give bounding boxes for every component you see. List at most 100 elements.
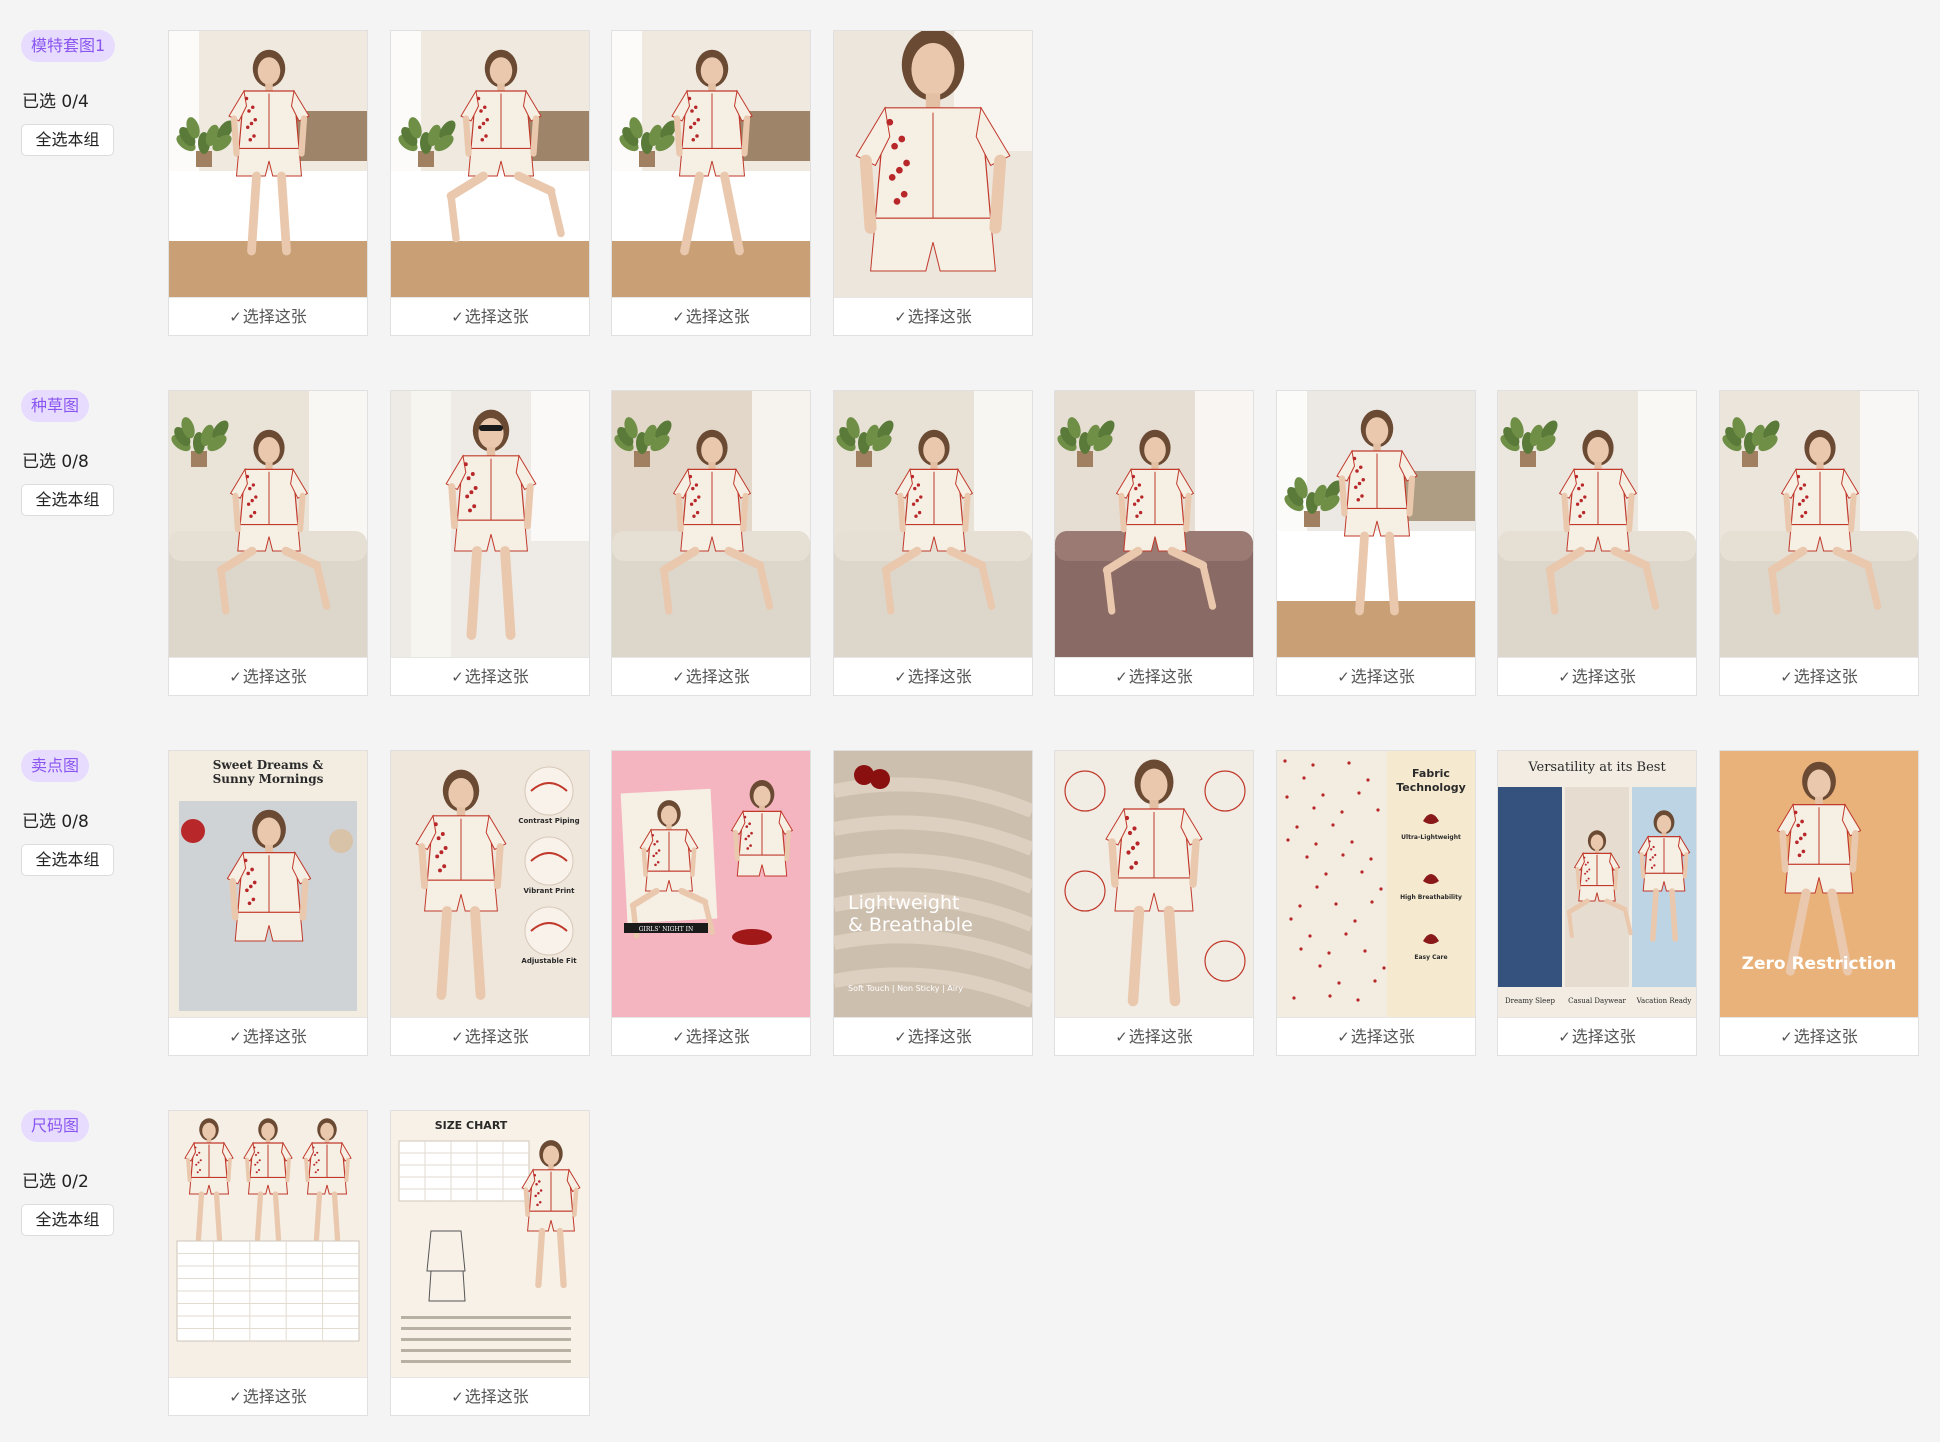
product-image[interactable]: Versatility at its Best Dreamy Sleep Casua… [1498,751,1696,1017]
cherry-dot [1312,806,1316,810]
select-this-image-button[interactable]: ✓选择这张 [391,297,589,335]
select-this-image-button[interactable]: ✓选择这张 [612,657,810,695]
product-image-graphic [1055,751,1253,1017]
select-this-image-button[interactable]: ✓选择这张 [391,1377,589,1415]
product-image[interactable]: Sweet Dreams & Sunny Mornings [169,751,367,1017]
product-image-graphic [391,31,589,297]
product-image[interactable] [1498,391,1696,657]
image-card[interactable]: ✓选择这张 [168,30,368,336]
product-image[interactable] [612,31,810,297]
window-light [974,391,1032,541]
select-this-image-button[interactable]: ✓选择这张 [1055,657,1253,695]
eye-mask [732,929,772,945]
select-this-image-button[interactable]: ✓选择这张 [1277,1017,1475,1055]
image-card[interactable]: ✓选择这张 [833,390,1033,696]
image-card[interactable]: SIZE CHART ✓选择这张 [390,1110,590,1416]
product-image-graphic [169,1111,367,1377]
product-image[interactable] [612,391,810,657]
image-card[interactable]: ✓选择这张 [1276,390,1476,696]
product-image[interactable] [1055,751,1253,1017]
cherry-dot [1328,994,1332,998]
product-image[interactable]: GIRLS' NIGHT IN [612,751,810,1017]
select-this-image-button[interactable]: ✓选择这张 [834,1017,1032,1055]
image-card[interactable]: Zero Restriction ✓选择这张 [1719,750,1919,1056]
image-overlay-text: Vacation Ready [1636,997,1692,1005]
image-overlay-text: Casual Daywear [1568,997,1626,1005]
product-image[interactable]: Contrast Piping Vibrant Print Adjustable F… [391,751,589,1017]
cherry-dot [1285,795,1289,799]
select-this-label: 选择这张 [464,307,529,326]
product-image-graphic [169,31,367,297]
select-this-label: 选择这张 [1350,1027,1415,1046]
cherry-dot [1327,951,1331,955]
image-card[interactable]: ✓选择这张 [1497,390,1697,696]
select-this-image-button[interactable]: ✓选择这张 [834,297,1032,335]
select-this-image-button[interactable]: ✓选择这张 [391,1017,589,1055]
cherry-dot [1298,904,1302,908]
product-image[interactable] [1055,391,1253,657]
image-card[interactable]: Contrast Piping Vibrant Print Adjustable F… [390,750,590,1056]
image-card[interactable]: ✓选择这张 [168,1110,368,1416]
sofa [612,551,810,657]
image-card[interactable]: ✓选择这张 [168,390,368,696]
checkmark-icon: ✓ [894,308,907,326]
select-this-image-button[interactable]: ✓选择这张 [1498,657,1696,695]
select-all-in-group-button[interactable]: 全选本组 [21,484,114,516]
selected-count: 已选 0/8 [22,452,89,472]
select-this-image-button[interactable]: ✓选择这张 [1498,1017,1696,1055]
checkmark-icon: ✓ [894,1028,907,1046]
select-this-label: 选择这张 [1571,1027,1636,1046]
product-image[interactable] [169,1111,367,1377]
image-card[interactable]: Versatility at its Best Dreamy Sleep Casua… [1497,750,1697,1056]
image-card[interactable]: ✓选择这张 [833,30,1033,336]
product-image[interactable]: Lightweight & Breathable Soft Touch | Non … [834,751,1032,1017]
select-this-image-button[interactable]: ✓选择这张 [1720,1017,1918,1055]
image-card[interactable]: ✓选择这张 [390,30,590,336]
product-image[interactable] [834,391,1032,657]
checkmark-icon: ✓ [451,1388,464,1406]
image-card[interactable]: ✓选择这张 [1054,750,1254,1056]
product-image[interactable]: Fabric Technology Ultra-Lightweight High Br… [1277,751,1475,1017]
cherry-dot [1379,887,1383,891]
select-this-image-button[interactable]: ✓选择这张 [1720,657,1918,695]
product-image[interactable]: SIZE CHART [391,1111,589,1377]
select-all-in-group-button[interactable]: 全选本组 [21,1204,114,1236]
select-all-in-group-button[interactable]: 全选本组 [21,124,114,156]
select-this-image-button[interactable]: ✓选择这张 [612,1017,810,1055]
product-image[interactable]: Zero Restriction [1720,751,1918,1017]
image-card[interactable]: Fabric Technology Ultra-Lightweight High Br… [1276,750,1476,1056]
product-image[interactable] [169,391,367,657]
image-card[interactable]: ✓选择这张 [611,30,811,336]
image-card[interactable]: ✓选择这张 [611,390,811,696]
select-this-image-button[interactable]: ✓选择这张 [834,657,1032,695]
selected-count: 已选 0/8 [22,812,89,832]
select-this-image-button[interactable]: ✓选择这张 [391,657,589,695]
image-overlay-text: Contrast Piping [518,817,579,825]
select-this-image-button[interactable]: ✓选择这张 [1277,657,1475,695]
select-this-image-button[interactable]: ✓选择这张 [169,1017,367,1055]
sofa [834,551,1032,657]
image-card[interactable]: ✓选择这张 [390,390,590,696]
product-image[interactable] [834,31,1032,297]
cherry-dot [1302,776,1306,780]
product-image[interactable] [391,391,589,657]
image-card[interactable]: Sweet Dreams & Sunny Mornings ✓选择这张 [168,750,368,1056]
image-card[interactable]: Lightweight & Breathable Soft Touch | Non … [833,750,1033,1056]
select-all-in-group-button[interactable]: 全选本组 [21,844,114,876]
cherry-dot [1369,857,1373,861]
select-this-label: 选择这张 [1793,667,1858,686]
product-image[interactable] [169,31,367,297]
select-this-image-button[interactable]: ✓选择这张 [612,297,810,335]
product-image[interactable] [1720,391,1918,657]
select-this-image-button[interactable]: ✓选择这张 [169,297,367,335]
checkmark-icon: ✓ [451,668,464,686]
image-card[interactable]: GIRLS' NIGHT IN ✓选择这张 [611,750,811,1056]
select-this-image-button[interactable]: ✓选择这张 [169,657,367,695]
image-card[interactable]: ✓选择这张 [1719,390,1919,696]
product-image[interactable] [1277,391,1475,657]
window-light [309,391,367,541]
image-card[interactable]: ✓选择这张 [1054,390,1254,696]
select-this-image-button[interactable]: ✓选择这张 [1055,1017,1253,1055]
product-image[interactable] [391,31,589,297]
select-this-image-button[interactable]: ✓选择这张 [169,1377,367,1415]
